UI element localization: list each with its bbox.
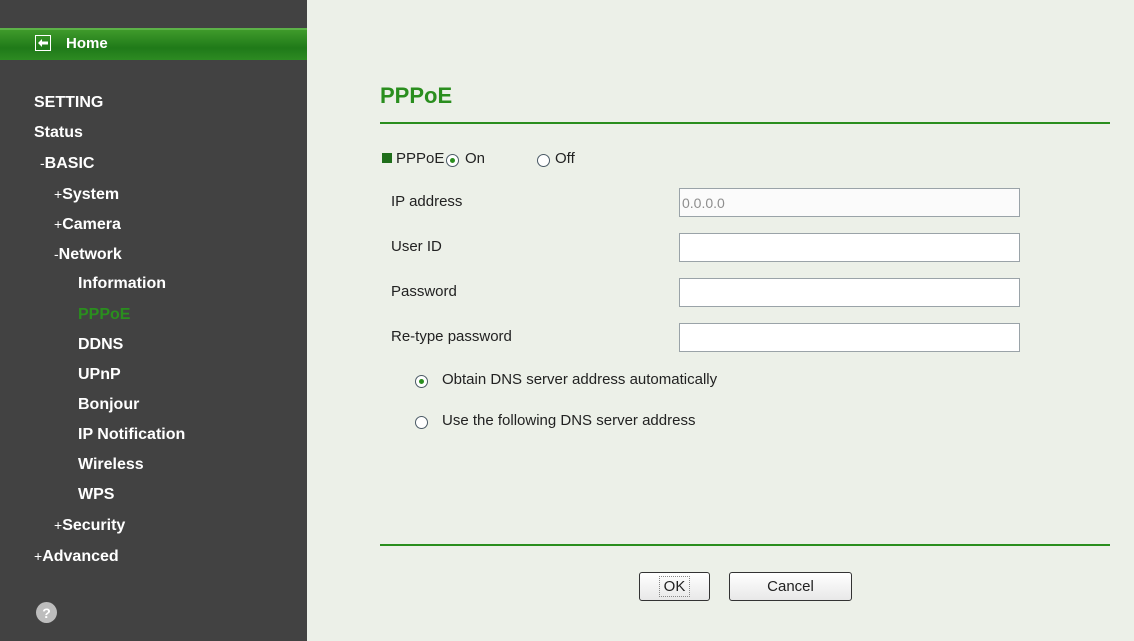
sidebar-item-advanced[interactable]: +Advanced (34, 546, 119, 567)
pppoe-on-label: On (465, 150, 486, 167)
sidebar-heading-setting: SETTING (34, 94, 104, 111)
pppoe-on-radio[interactable] (446, 154, 459, 167)
cancel-button[interactable]: Cancel (729, 572, 852, 601)
sidebar-item-upnp[interactable]: UPnP (78, 365, 121, 385)
pppoe-off-radio[interactable] (537, 154, 550, 167)
help-icon[interactable]: ? (36, 602, 57, 623)
ip-address-label: IP address (391, 193, 463, 210)
sidebar-item-status[interactable]: Status (34, 123, 83, 143)
home-link[interactable]: Home (66, 35, 108, 52)
title-divider (380, 122, 1110, 124)
sidebar-item-network[interactable]: -Network (54, 244, 122, 265)
dns-manual-label: Use the following DNS server address (442, 412, 696, 429)
password-label: Password (391, 283, 457, 300)
sidebar: Home SETTING Status -BASIC +System +Came… (0, 0, 307, 641)
ok-button[interactable]: OK (639, 572, 710, 601)
sidebar-item-ddns[interactable]: DDNS (78, 335, 123, 355)
retype-password-label: Re-type password (391, 328, 512, 345)
footer-divider (380, 544, 1110, 546)
pppoe-off-label: Off (555, 150, 575, 167)
page-title: PPPoE (380, 83, 453, 108)
home-bar[interactable]: Home (0, 28, 307, 60)
dns-manual-radio[interactable] (415, 416, 428, 429)
retype-password-field[interactable] (679, 323, 1020, 352)
password-field[interactable] (679, 278, 1020, 307)
section-bullet-icon (382, 153, 392, 163)
pppoe-toggle-label: PPPoE (396, 150, 445, 167)
sidebar-item-ip-notification[interactable]: IP Notification (78, 425, 185, 445)
sidebar-item-wps[interactable]: WPS (78, 485, 114, 505)
ip-address-field (679, 188, 1020, 217)
sidebar-item-information[interactable]: Information (78, 274, 166, 294)
dns-auto-label: Obtain DNS server address automatically (442, 371, 718, 388)
sidebar-item-bonjour[interactable]: Bonjour (78, 395, 139, 415)
dns-auto-radio[interactable] (415, 375, 428, 388)
user-id-label: User ID (391, 238, 442, 255)
sidebar-item-camera[interactable]: +Camera (54, 214, 121, 235)
sidebar-item-basic[interactable]: -BASIC (40, 153, 94, 174)
back-arrow-icon[interactable] (35, 35, 51, 51)
sidebar-item-wireless[interactable]: Wireless (78, 455, 144, 475)
user-id-field[interactable] (679, 233, 1020, 262)
sidebar-item-pppoe[interactable]: PPPoE (78, 305, 130, 325)
sidebar-item-system[interactable]: +System (54, 184, 119, 205)
sidebar-item-security[interactable]: +Security (54, 515, 125, 536)
